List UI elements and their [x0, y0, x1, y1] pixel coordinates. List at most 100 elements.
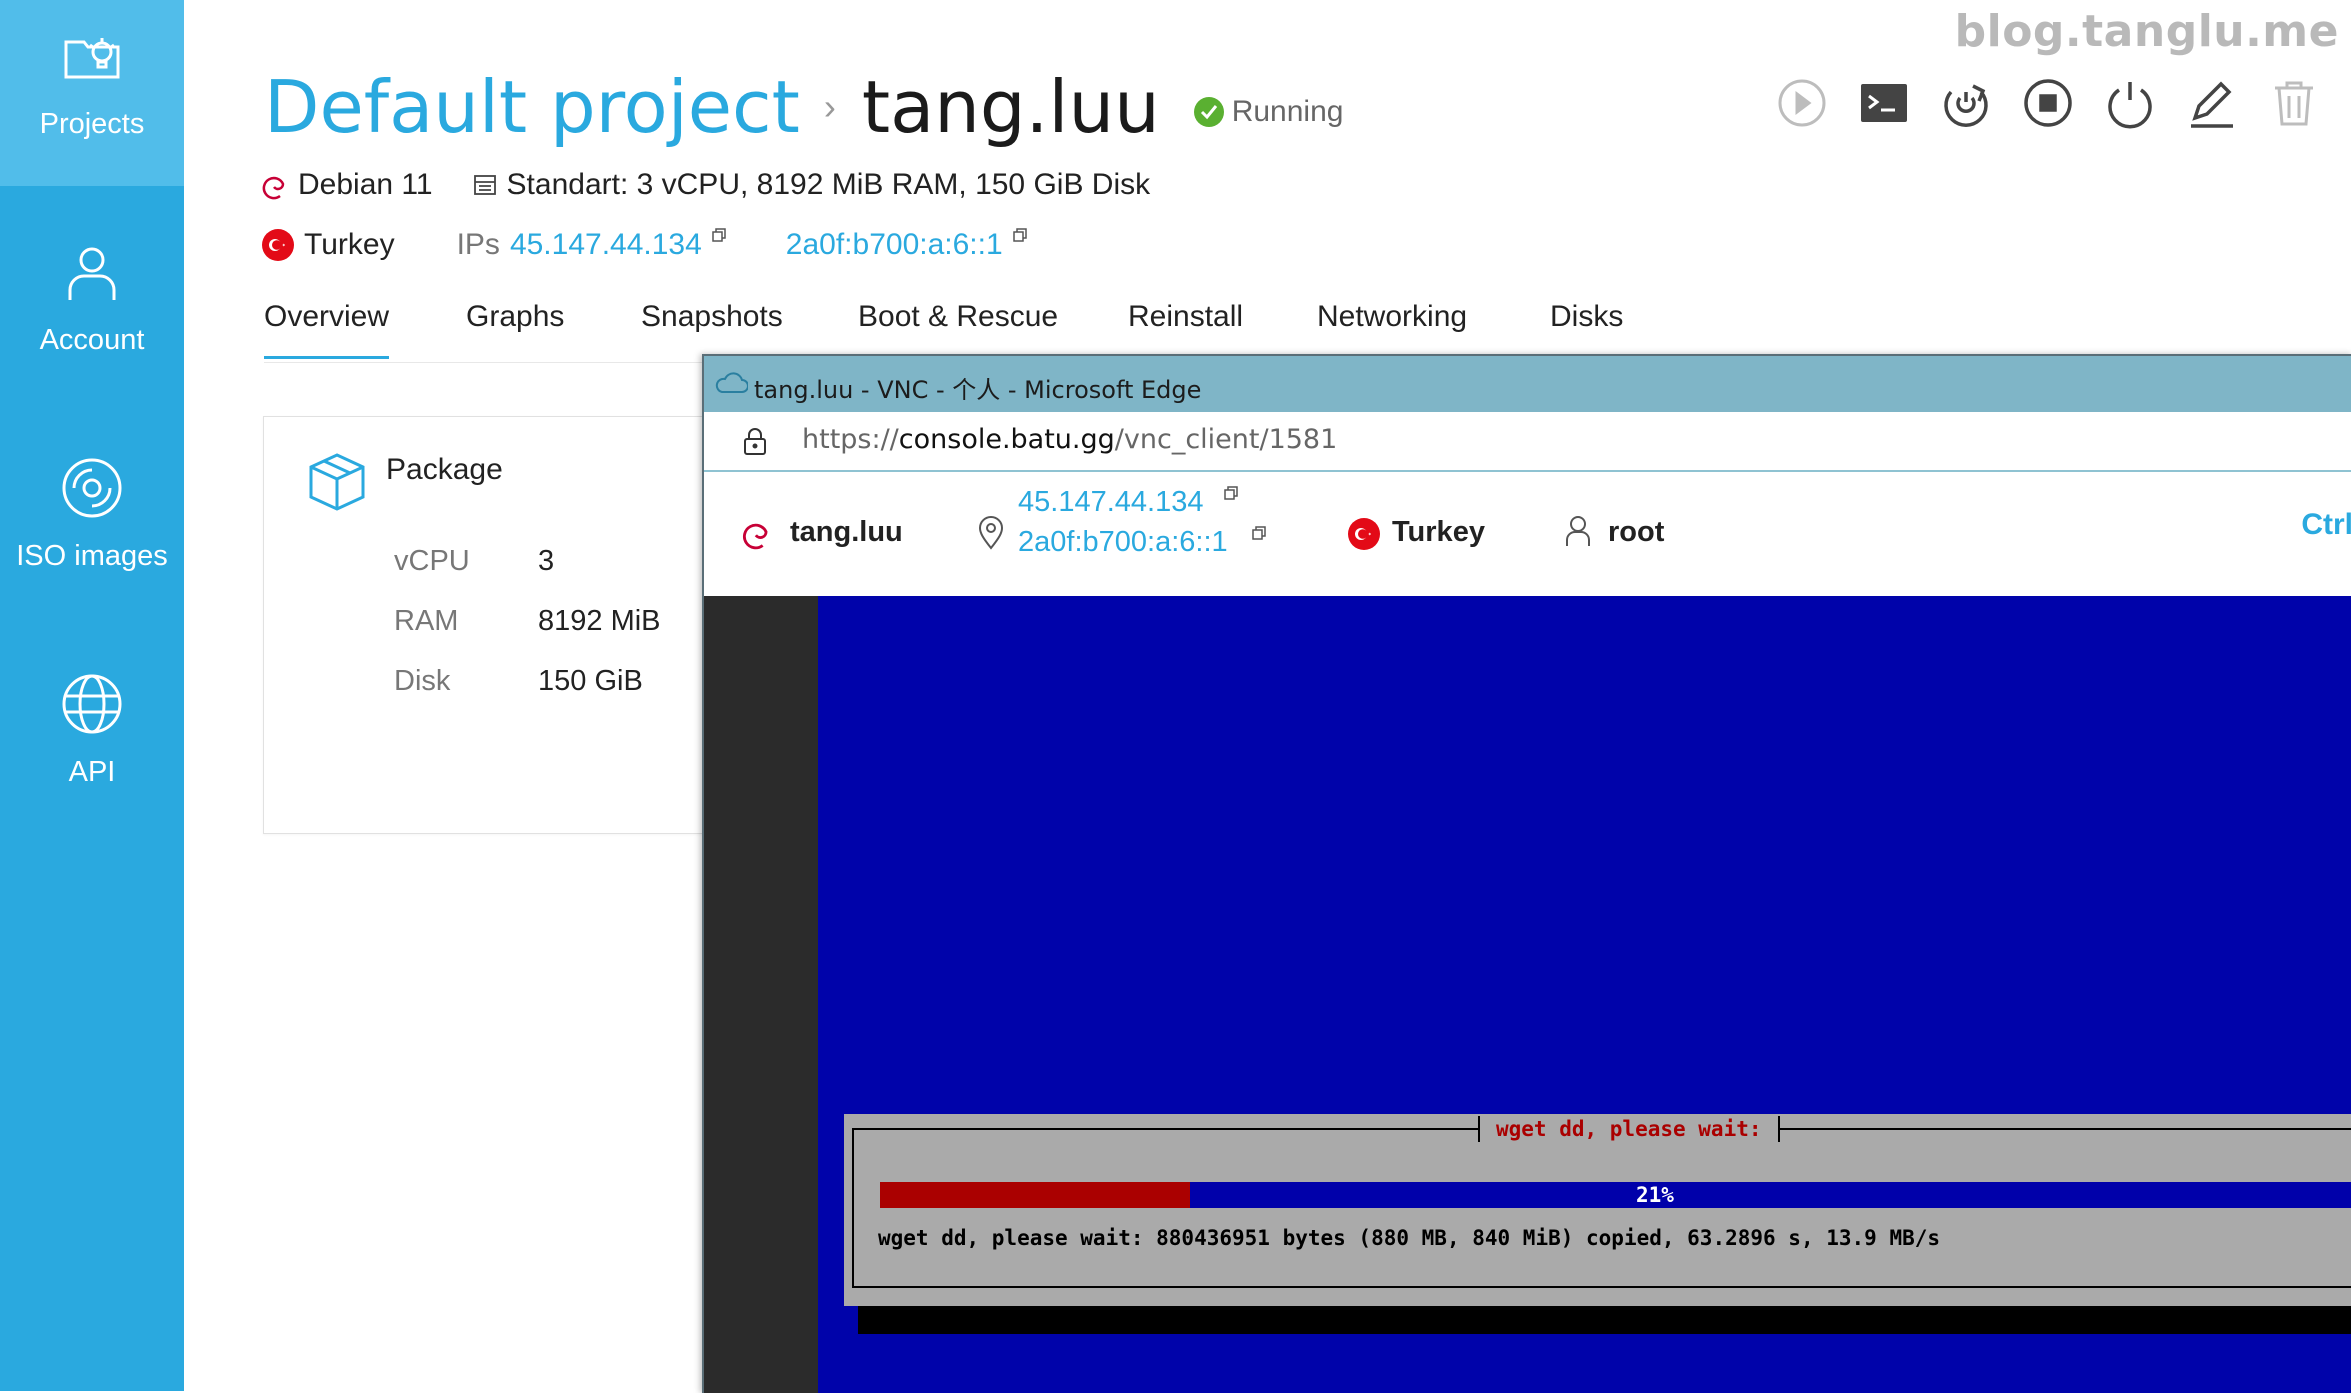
tab-boot-rescue[interactable]: Boot & Rescue	[858, 300, 1058, 334]
breadcrumb: Default project › tang.luu Running	[264, 62, 1343, 152]
sidebar-item-iso-images[interactable]: ISO images	[0, 432, 184, 618]
play-icon	[1778, 79, 1826, 127]
progress-dialog: 21% wget dd, please wait: 880436951 byte…	[844, 1114, 2351, 1306]
ctrl-button[interactable]: Ctrl	[2301, 508, 2351, 542]
package-icon	[309, 453, 365, 511]
copy-icon[interactable]	[712, 228, 726, 242]
spec-value: 8192 MiB	[538, 605, 661, 637]
copy-icon[interactable]	[1224, 486, 1238, 500]
restart-button[interactable]	[1933, 70, 1999, 136]
edit-icon	[2191, 81, 2233, 128]
tab-overview[interactable]: Overview	[264, 300, 390, 359]
vnc-screen[interactable]: 21% wget dd, please wait: 880436951 byte…	[704, 596, 2351, 1393]
debian-icon	[262, 176, 285, 200]
tab-graphs[interactable]: Graphs	[466, 300, 564, 334]
stop-button[interactable]	[2015, 70, 2081, 136]
os-info: Debian 11 Standart: 3 vCPU, 8192 MiB RAM…	[262, 168, 1150, 202]
user-icon	[68, 247, 116, 300]
server-icon	[473, 175, 496, 195]
plan-info: Standart: 3 vCPU, 8192 MiB RAM, 150 GiB …	[506, 168, 1151, 201]
disc-icon	[62, 458, 122, 518]
wget-status-line: wget dd, please wait: 880436951 bytes (8…	[878, 1226, 1941, 1250]
delete-button[interactable]	[2261, 70, 2327, 136]
copy-icon[interactable]	[1012, 228, 1027, 242]
debian-icon	[742, 523, 768, 550]
sidebar: Projects Account ISO images API	[0, 0, 184, 1391]
vnc-browser-window: tang.luu - VNC - 个人 - Microsoft Edge htt…	[702, 354, 2351, 1393]
globe-icon	[62, 674, 122, 734]
watermark: blog.tanglu.me	[1954, 6, 2339, 57]
spec-value: 3	[538, 545, 555, 577]
turkey-flag-icon	[1348, 518, 1380, 550]
window-titlebar[interactable]: tang.luu - VNC - 个人 - Microsoft Edge	[704, 356, 2351, 412]
sidebar-item-label: API	[68, 756, 116, 788]
console-icon	[1861, 84, 1907, 122]
user-icon	[1566, 516, 1590, 546]
dialog-frame: 21% wget dd, please wait: 880436951 byte…	[852, 1128, 2351, 1288]
copy-icon[interactable]	[1252, 526, 1266, 540]
power-icon	[2108, 82, 2152, 129]
ipv4-address[interactable]: 45.147.44.134	[510, 228, 702, 262]
dialog-title-wrap: wget dd, please wait:	[1478, 1116, 1780, 1142]
network-info: Turkey IPs 45.147.44.134 2a0f:b700:a:6::…	[262, 228, 1027, 262]
spec-value: 150 GiB	[538, 665, 643, 697]
console-button[interactable]	[1851, 70, 1917, 136]
url-text: https://console.batu.gg/vnc_client/1581	[802, 424, 1337, 455]
progress-label: 21%	[1636, 1183, 1674, 1207]
dialog-shadow	[858, 1306, 2351, 1334]
tabs-divider	[264, 362, 704, 363]
package-title: Package	[386, 453, 503, 486]
breadcrumb-separator: ›	[823, 86, 836, 127]
check-icon	[1193, 97, 1224, 127]
location-pin-icon	[978, 516, 1004, 550]
ipv6-address[interactable]: 2a0f:b700:a:6::1	[786, 228, 1003, 262]
vnc-ipv4[interactable]: 45.147.44.134	[1018, 486, 1203, 519]
sidebar-item-label: Account	[39, 324, 145, 356]
vnc-server-name: tang.luu	[790, 516, 903, 548]
sidebar-item-label: Projects	[39, 108, 145, 140]
sidebar-item-api[interactable]: API	[0, 648, 184, 834]
vnc-ipv6[interactable]: 2a0f:b700:a:6::1	[1018, 526, 1228, 559]
url-host: console.batu.gg	[898, 424, 1115, 455]
tab-networking[interactable]: Networking	[1317, 300, 1467, 334]
action-toolbar	[1751, 70, 2351, 140]
page-title: tang.luu	[861, 65, 1160, 149]
installer-background: 21% wget dd, please wait: 880436951 byte…	[818, 596, 2351, 1393]
tab-reinstall[interactable]: Reinstall	[1128, 300, 1243, 334]
stop-icon	[2024, 79, 2072, 127]
spec-label: Disk	[394, 665, 451, 697]
os-name: Debian 11	[298, 168, 433, 201]
status-text: Running	[1231, 95, 1344, 128]
sidebar-item-account[interactable]: Account	[0, 216, 184, 402]
location-name: Turkey	[304, 228, 395, 261]
edit-button[interactable]	[2179, 70, 2245, 136]
url-scheme: https://	[802, 424, 899, 455]
trash-icon	[2275, 81, 2313, 126]
tab-disks[interactable]: Disks	[1550, 300, 1623, 334]
url-path: /vnc_client/1581	[1114, 424, 1338, 455]
tab-snapshots[interactable]: Snapshots	[641, 300, 783, 334]
turkey-flag-icon	[262, 229, 294, 261]
start-button[interactable]	[1769, 70, 1835, 136]
project-link[interactable]: Default project	[264, 65, 800, 149]
restart-icon	[1944, 84, 1988, 127]
vnc-info-bar: tang.luu 45.147.44.134 2a0f:b700:a:6::1 …	[704, 472, 2351, 596]
status-badge: Running	[1193, 95, 1344, 129]
sidebar-item-projects[interactable]: Projects	[0, 0, 184, 186]
cloud-icon	[715, 372, 748, 393]
spec-label: vCPU	[394, 545, 470, 577]
vnc-user: root	[1608, 516, 1665, 548]
progress-bar: 21%	[880, 1182, 2351, 1208]
package-card: Package vCPU 3 RAM 8192 MiB Disk 150 GiB	[263, 416, 725, 834]
address-bar[interactable]: https://console.batu.gg/vnc_client/1581	[704, 412, 2351, 472]
power-button[interactable]	[2097, 70, 2163, 136]
spec-label: RAM	[394, 605, 459, 637]
ips-label: IPs	[456, 228, 500, 261]
dialog-title: wget dd, please wait:	[1496, 1117, 1762, 1141]
progress-fill	[880, 1182, 1190, 1208]
window-title: tang.luu - VNC - 个人 - Microsoft Edge	[754, 376, 1202, 404]
sidebar-item-label: ISO images	[16, 540, 168, 572]
lock-icon	[744, 428, 766, 455]
projects-icon	[64, 38, 120, 79]
vnc-location: Turkey	[1392, 516, 1485, 548]
